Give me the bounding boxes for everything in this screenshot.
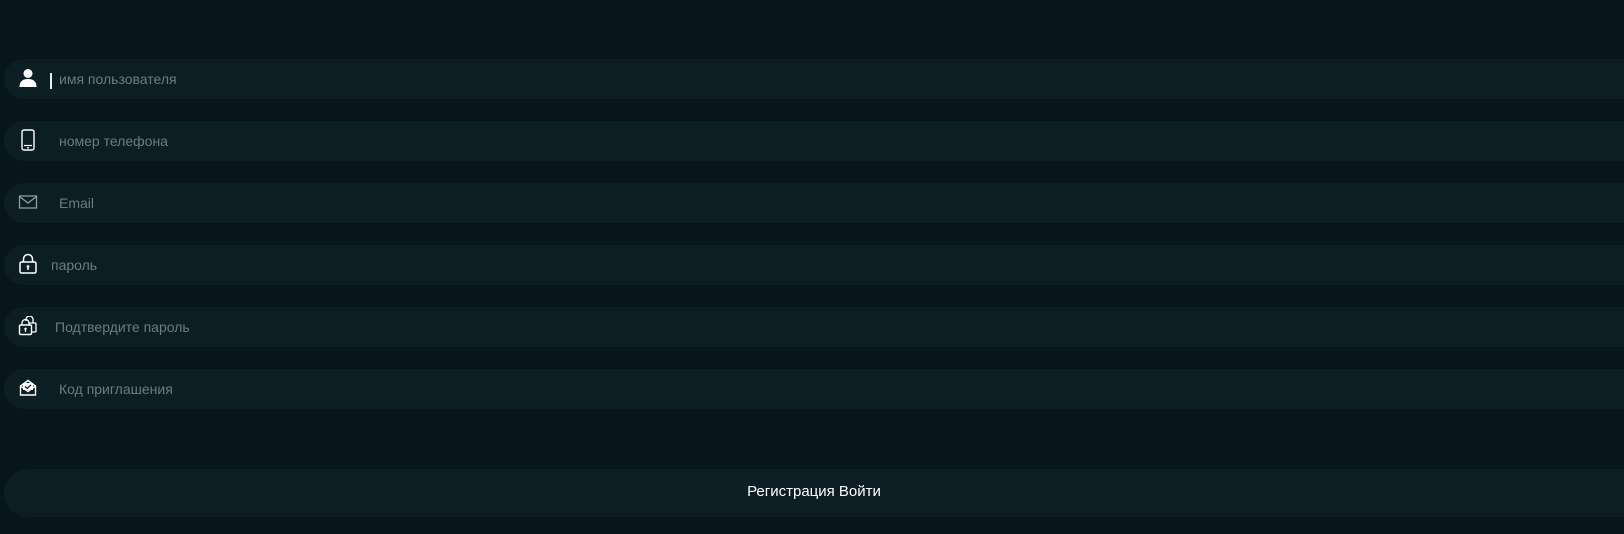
email-input[interactable]: [59, 183, 1459, 223]
double-lock-icon: [18, 315, 38, 337]
user-icon: [18, 67, 38, 89]
lock-icon: [18, 253, 38, 275]
register-login-button[interactable]: Регистрация Войти: [4, 469, 1624, 517]
register-login-button-label: Регистрация Войти: [747, 483, 881, 500]
username-field-container: [4, 59, 1624, 99]
mobile-phone-icon: [18, 129, 38, 151]
confirm-password-field-container: [4, 307, 1624, 347]
confirm-password-input[interactable]: [55, 307, 1455, 347]
invite-code-input[interactable]: [59, 369, 1459, 409]
registration-form: Регистрация Войти: [0, 0, 1624, 534]
envelope-icon: [18, 191, 38, 213]
phone-field-container: [4, 121, 1624, 161]
password-input[interactable]: [51, 245, 1451, 285]
text-cursor: [50, 73, 52, 89]
invite-code-field-container: [4, 369, 1624, 409]
username-input[interactable]: [59, 59, 1459, 99]
open-envelope-icon: [18, 377, 38, 399]
password-field-container: [4, 245, 1624, 285]
email-field-container: [4, 183, 1624, 223]
phone-input[interactable]: [59, 121, 1459, 161]
